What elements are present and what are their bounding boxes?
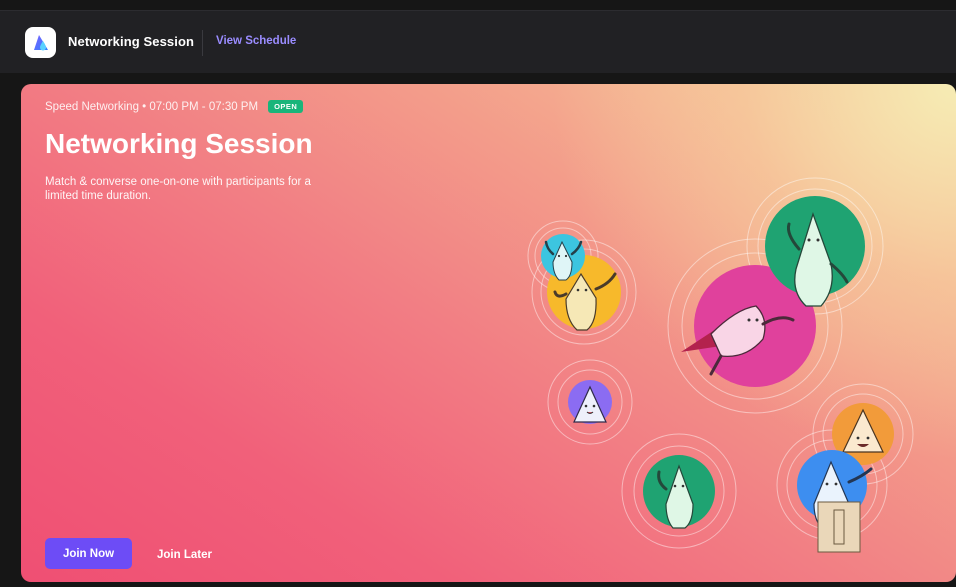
view-schedule-link[interactable]: View Schedule — [216, 35, 296, 47]
top-bar: Networking Session View Schedule — [0, 10, 956, 73]
droplet-logo-icon[interactable] — [25, 27, 56, 58]
networking-characters-icon — [527, 177, 914, 553]
join-now-button[interactable]: Join Now — [45, 538, 132, 569]
page-title: Networking Session — [68, 34, 195, 49]
session-hero-card: Speed Networking • 07:00 PM - 07:30 PM O… — [21, 84, 956, 582]
divider — [202, 30, 203, 56]
join-later-link[interactable]: Join Later — [157, 549, 212, 561]
